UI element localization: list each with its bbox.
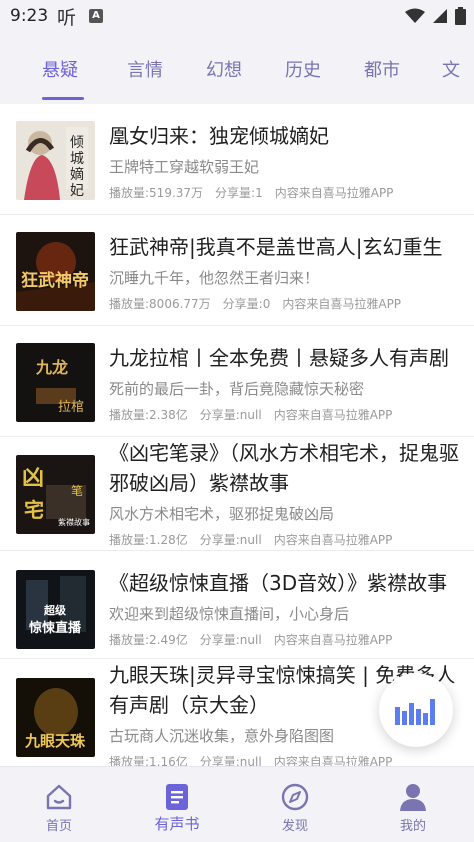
content-source: 内容来自喜马拉雅APP <box>273 408 393 422</box>
nav-label: 发现 <box>281 819 308 834</box>
book-meta: 播放量:8006.77万 分享量:0 内容来自喜马拉雅APP <box>109 295 413 312</box>
share-count: 分享量:null <box>199 755 262 766</box>
content-source: 内容来自喜马拉雅APP <box>274 186 394 200</box>
notification-a-icon: A <box>89 9 103 23</box>
active-tab-indicator <box>42 97 84 100</box>
content-source: 内容来自喜马拉雅APP <box>273 755 393 766</box>
book-cover[interactable]: 狂武神帝 <box>16 232 95 311</box>
svg-text:妃: 妃 <box>70 183 84 199</box>
audiobook-icon <box>166 784 188 810</box>
book-title[interactable]: 《凶宅笔录》（风水方术相宅术，捉鬼驱邪破凶局）紫襟故事 <box>109 438 470 498</box>
list-item[interactable]: 凶 宅 笔 紫襟故事 《凶宅笔录》（风水方术相宅术，捉鬼驱邪破凶局）紫襟故事 风… <box>0 437 474 551</box>
share-count: 分享量:null <box>199 408 262 422</box>
share-count: 分享量:null <box>199 633 262 647</box>
svg-text:拉棺: 拉棺 <box>58 400 84 415</box>
svg-text:惊悚直播: 惊悚直播 <box>29 620 82 636</box>
nav-profile[interactable]: 我的 <box>354 767 472 842</box>
list-item[interactable]: 九龙 拉棺 九龙拉棺丨全本免费丨悬疑多人有声剧 死前的最后一卦，背后竟隐藏惊天秘… <box>0 326 474 437</box>
svg-text:宅: 宅 <box>24 498 44 522</box>
play-count: 播放量:519.37万 <box>109 186 204 200</box>
nav-discover[interactable]: 发现 <box>236 767 354 842</box>
status-icons <box>405 7 466 25</box>
book-meta: 播放量:519.37万 分享量:1 内容来自喜马拉雅APP <box>109 184 405 201</box>
play-count: 播放量:2.38亿 <box>109 408 188 422</box>
book-meta: 播放量:2.49亿 分享量:null 内容来自喜马拉雅APP <box>109 631 404 648</box>
share-count: 分享量:null <box>199 533 262 547</box>
play-count: 播放量:1.28亿 <box>109 533 188 547</box>
home-icon <box>46 784 72 810</box>
book-cover[interactable]: 凶 宅 笔 紫襟故事 <box>16 455 95 534</box>
book-description: 沉睡九千年，他忽然王者归来！ <box>109 269 320 287</box>
list-item[interactable]: 狂武神帝 狂武神帝|我真不是盖世高人|玄幻重生 沉睡九千年，他忽然王者归来！ 播… <box>0 215 474 326</box>
svg-text:倾: 倾 <box>70 135 84 151</box>
book-meta: 播放量:1.16亿 分享量:null 内容来自喜马拉雅APP <box>109 753 404 766</box>
svg-text:超级: 超级 <box>43 603 67 617</box>
signal-icon <box>433 9 447 23</box>
svg-text:紫襟故事: 紫襟故事 <box>58 517 90 527</box>
tab-history[interactable]: 历史 <box>285 56 321 82</box>
book-description: 死前的最后一卦，背后竟隐藏惊天秘密 <box>109 380 365 398</box>
list-item[interactable]: 超级 惊悚直播 《超级惊悚直播（3D音效）》紫襟故事 欢迎来到超级惊悚直播间，小… <box>0 551 474 659</box>
tab-romance[interactable]: 言情 <box>127 56 163 82</box>
compass-icon <box>281 783 309 811</box>
book-title[interactable]: 狂武神帝|我真不是盖世高人|玄幻重生 <box>109 232 470 262</box>
nav-label: 有声书 <box>154 815 200 833</box>
book-description: 欢迎来到超级惊悚直播间，小心身后 <box>109 605 350 623</box>
book-title[interactable]: 《超级惊悚直播（3D音效）》紫襟故事 <box>109 568 470 598</box>
book-title[interactable]: 九龙拉棺丨全本免费丨悬疑多人有声剧 <box>109 343 470 373</box>
play-count: 播放量:8006.77万 <box>109 297 211 311</box>
share-count: 分享量:1 <box>215 186 263 200</box>
svg-text:九眼天珠: 九眼天珠 <box>24 732 86 750</box>
bottom-navigation: 首页 有声书 发现 我的 <box>0 766 474 842</box>
book-meta: 播放量:2.38亿 分享量:null 内容来自喜马拉雅APP <box>109 406 404 423</box>
person-icon <box>400 784 426 811</box>
book-description: 古玩商人沉迷收集，意外身陷图图 <box>109 727 335 745</box>
book-cover[interactable]: 九眼天珠 <box>16 678 95 757</box>
book-title[interactable]: 凰女归来：独宠倾城嫡妃 <box>109 121 470 151</box>
player-fab-button[interactable] <box>379 673 453 747</box>
ting-app-icon: 听 <box>57 7 77 29</box>
nav-home[interactable]: 首页 <box>0 767 118 842</box>
svg-text:笔: 笔 <box>71 483 83 498</box>
svg-text:狂武神帝: 狂武神帝 <box>21 270 89 291</box>
svg-text:城: 城 <box>70 151 84 167</box>
book-cover[interactable]: 九龙 拉棺 <box>16 343 95 422</box>
status-time: 9:23 <box>10 6 49 26</box>
svg-text:嫡: 嫡 <box>70 166 84 183</box>
list-item[interactable]: 倾 城 嫡 妃 凰女归来：独宠倾城嫡妃 王牌特工穿越软弱王妃 播放量:519.3… <box>0 104 474 215</box>
tab-urban[interactable]: 都市 <box>364 56 400 82</box>
book-cover[interactable]: 超级 惊悚直播 <box>16 570 95 649</box>
book-description: 风水方术相宅术，驱邪捉鬼破凶局 <box>109 505 335 523</box>
tab-literature[interactable]: 文 <box>442 56 460 82</box>
battery-icon <box>455 7 466 25</box>
tab-fantasy[interactable]: 幻想 <box>206 56 242 82</box>
svg-text:九龙: 九龙 <box>35 358 68 377</box>
svg-text:凶: 凶 <box>22 465 44 491</box>
book-cover[interactable]: 倾 城 嫡 妃 <box>16 121 95 200</box>
book-list[interactable]: 倾 城 嫡 妃 凰女归来：独宠倾城嫡妃 王牌特工穿越软弱王妃 播放量:519.3… <box>0 104 474 766</box>
content-source: 内容来自喜马拉雅APP <box>273 633 393 647</box>
wifi-icon <box>405 8 425 23</box>
book-meta: 播放量:1.28亿 分享量:null 内容来自喜马拉雅APP <box>109 531 404 548</box>
play-count: 播放量:2.49亿 <box>109 633 188 647</box>
play-count: 播放量:1.16亿 <box>109 755 188 766</box>
content-source: 内容来自喜马拉雅APP <box>273 533 393 547</box>
nav-label: 首页 <box>45 819 72 834</box>
audio-wave-icon <box>395 699 435 725</box>
nav-label: 我的 <box>399 819 426 834</box>
status-bar: 9:23 听 A <box>0 0 474 32</box>
share-count: 分享量:0 <box>222 297 271 311</box>
book-description: 王牌特工穿越软弱王妃 <box>109 158 260 176</box>
category-tabs: 悬疑 言情 幻想 历史 都市 文 <box>0 40 474 102</box>
tab-suspense[interactable]: 悬疑 <box>42 56 78 82</box>
content-source: 内容来自喜马拉雅APP <box>282 297 402 311</box>
nav-audiobook[interactable]: 有声书 <box>118 767 236 842</box>
